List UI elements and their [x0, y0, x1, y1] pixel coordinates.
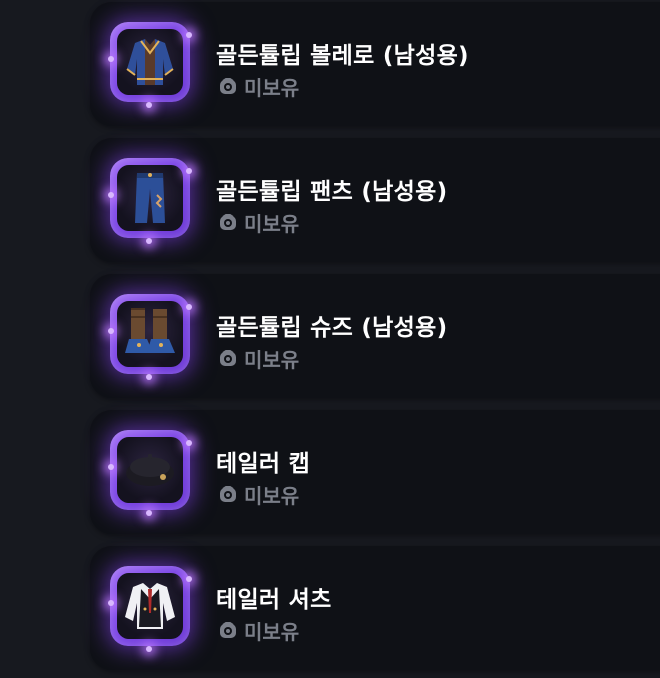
list-item[interactable]: 골든튤립 팬츠 (남성용) 미보유 [90, 138, 660, 262]
pants-icon [135, 173, 165, 223]
item-name: 골든튤립 볼레로 (남성용) [216, 43, 469, 69]
status-label: 미보유 [244, 76, 300, 100]
item-name: 골든튤립 슈즈 (남성용) [216, 315, 448, 341]
not-owned-icon [218, 77, 238, 97]
not-owned-icon [218, 213, 238, 233]
status-label: 미보유 [244, 484, 300, 508]
ownership-status: 미보유 [218, 344, 299, 373]
item-icon-frame [108, 566, 192, 652]
ownership-status: 미보유 [218, 480, 299, 509]
item-icon-frame [108, 430, 192, 516]
item-icon-frame [108, 294, 192, 380]
ownership-status: 미보유 [218, 208, 299, 237]
not-owned-icon [218, 349, 238, 369]
status-label: 미보유 [244, 212, 300, 236]
item-icon-frame [108, 158, 192, 244]
ownership-status: 미보유 [218, 616, 299, 645]
list-item[interactable]: 테일러 캡 미보유 [90, 410, 660, 534]
status-label: 미보유 [244, 620, 300, 644]
item-name: 테일러 셔츠 [216, 587, 332, 613]
item-name: 테일러 캡 [216, 451, 311, 477]
item-icon-frame [108, 22, 192, 108]
ownership-status: 미보유 [218, 72, 299, 101]
list-item[interactable]: 골든튤립 볼레로 (남성용) 미보유 [90, 2, 660, 126]
not-owned-icon [218, 621, 238, 641]
item-list: 골든튤립 볼레로 (남성용) 미보유 골든튤립 팬츠 (남성용) 미보유 골든튤… [0, 0, 660, 678]
list-item[interactable]: 골든튤립 슈즈 (남성용) 미보유 [90, 274, 660, 398]
status-label: 미보유 [244, 348, 300, 372]
beret-cap-icon [126, 454, 174, 486]
shirt-vest-icon [125, 583, 175, 629]
bolero-jacket-icon [126, 39, 174, 85]
boots-icon [125, 308, 175, 353]
item-name: 골든튤립 팬츠 (남성용) [216, 179, 448, 205]
list-item[interactable]: 테일러 셔츠 미보유 [90, 546, 660, 670]
not-owned-icon [218, 485, 238, 505]
